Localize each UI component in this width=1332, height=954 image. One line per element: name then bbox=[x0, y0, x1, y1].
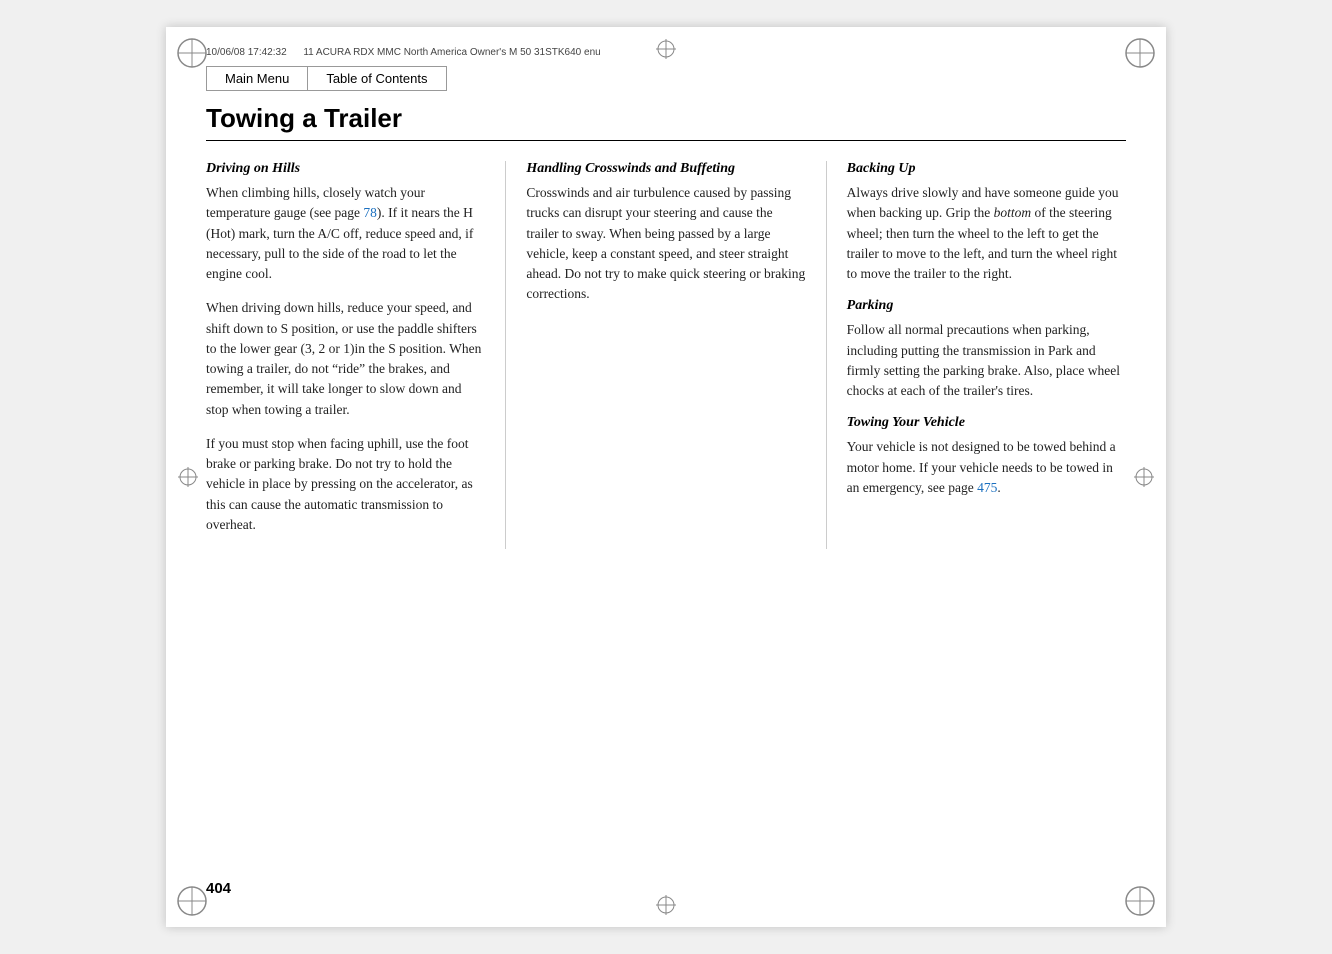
section-towing-vehicle: Towing Your Vehicle Your vehicle is not … bbox=[847, 415, 1126, 498]
doc-info: 11 ACURA RDX MMC North America Owner's M… bbox=[303, 47, 600, 58]
text-driving-hills-1: When climbing hills, closely watch your … bbox=[206, 183, 485, 284]
page-number: 404 bbox=[206, 880, 231, 897]
heading-crosswinds: Handling Crosswinds and Buffeting bbox=[526, 161, 805, 177]
section-parking: Parking Follow all normal precautions wh… bbox=[847, 298, 1126, 401]
page-title: Towing a Trailer bbox=[206, 103, 1126, 141]
text-backing-up-1: Always drive slowly and have someone gui… bbox=[847, 183, 1126, 284]
heading-parking: Parking bbox=[847, 298, 1126, 314]
link-page-78[interactable]: 78 bbox=[363, 205, 377, 220]
text-parking-1: Follow all normal precautions when parki… bbox=[847, 320, 1126, 401]
column-1: Driving on Hills When climbing hills, cl… bbox=[206, 161, 506, 549]
content-area: Driving on Hills When climbing hills, cl… bbox=[166, 161, 1166, 549]
text-driving-hills-2: When driving down hills, reduce your spe… bbox=[206, 298, 485, 420]
section-backing-up: Backing Up Always drive slowly and have … bbox=[847, 161, 1126, 284]
corner-decoration-tr bbox=[1124, 37, 1156, 69]
heading-towing-vehicle: Towing Your Vehicle bbox=[847, 415, 1126, 431]
heading-driving-on-hills: Driving on Hills bbox=[206, 161, 485, 177]
text-towing-vehicle-1: Your vehicle is not designed to be towed… bbox=[847, 437, 1126, 498]
section-crosswinds: Handling Crosswinds and Buffeting Crossw… bbox=[526, 161, 805, 305]
corner-decoration-tl bbox=[176, 37, 208, 69]
text-crosswinds-1: Crosswinds and air turbulence caused by … bbox=[526, 183, 805, 305]
section-driving-on-hills: Driving on Hills When climbing hills, cl… bbox=[206, 161, 485, 535]
crosshair-bottom bbox=[656, 895, 676, 915]
heading-backing-up: Backing Up bbox=[847, 161, 1126, 177]
main-menu-button[interactable]: Main Menu bbox=[206, 66, 307, 91]
crosshair-left bbox=[178, 467, 198, 487]
corner-decoration-br bbox=[1124, 885, 1156, 917]
table-of-contents-button[interactable]: Table of Contents bbox=[307, 66, 446, 91]
text-driving-hills-3: If you must stop when facing uphill, use… bbox=[206, 434, 485, 535]
page: 10/06/08 17:42:32 11 ACURA RDX MMC North… bbox=[166, 27, 1166, 927]
column-2: Handling Crosswinds and Buffeting Crossw… bbox=[506, 161, 826, 549]
column-3: Backing Up Always drive slowly and have … bbox=[827, 161, 1126, 549]
timestamp: 10/06/08 17:42:32 bbox=[206, 47, 287, 58]
crosshair-top bbox=[656, 39, 676, 59]
nav-buttons: Main Menu Table of Contents bbox=[206, 66, 1126, 91]
corner-decoration-bl bbox=[176, 885, 208, 917]
crosshair-right bbox=[1134, 467, 1154, 487]
link-page-475[interactable]: 475 bbox=[977, 480, 997, 495]
